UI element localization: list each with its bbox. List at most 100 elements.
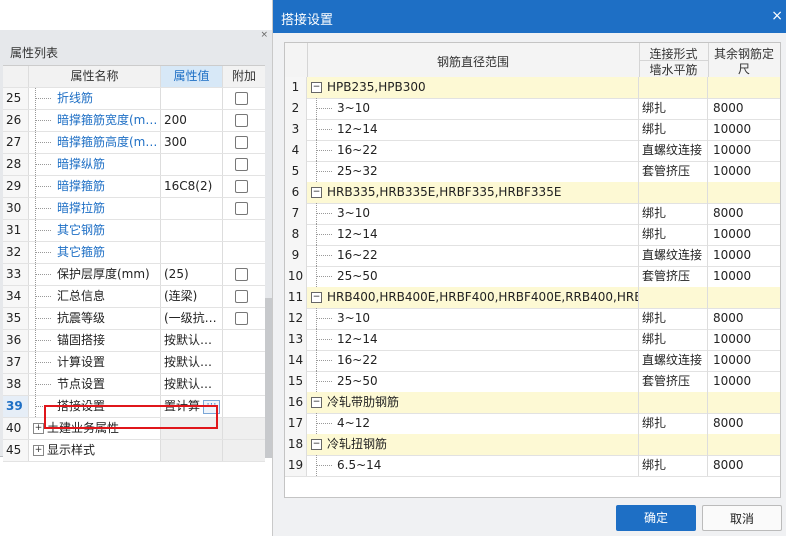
property-row[interactable]: 27 暗撑箍筋高度(m… 300 [3, 132, 265, 154]
bar-length-cell[interactable]: 10000 [708, 350, 780, 371]
prop-value-cell[interactable]: (一级抗… [161, 308, 223, 329]
prop-value-cell[interactable] [161, 198, 223, 219]
diameter-range-row[interactable]: 10 25~50 套管挤压 10000 [285, 266, 780, 288]
tree-branch [316, 213, 332, 214]
extra-checkbox[interactable] [235, 92, 248, 105]
expand-icon[interactable]: + [33, 423, 44, 434]
bar-length-cell[interactable]: 10000 [708, 266, 780, 287]
property-row[interactable]: 36 锚固搭接 按默认… [3, 330, 265, 352]
connection-type-cell[interactable]: 绑扎 [639, 203, 708, 224]
property-row[interactable]: 28 暗撑纵筋 [3, 154, 265, 176]
grade-group-row[interactable]: 16− 冷轧带肋钢筋 [285, 392, 780, 414]
prop-value-cell[interactable] [161, 154, 223, 175]
diameter-range-row[interactable]: 3 12~14 绑扎 10000 [285, 119, 780, 141]
connection-type-cell[interactable]: 套管挤压 [639, 266, 708, 287]
property-row[interactable]: 34 汇总信息 (连梁) [3, 286, 265, 308]
diameter-range-row[interactable]: 17 4~12 绑扎 8000 [285, 413, 780, 435]
bar-length-cell[interactable]: 8000 [708, 203, 780, 224]
bar-length-cell[interactable]: 10000 [708, 245, 780, 266]
diameter-range-row[interactable]: 2 3~10 绑扎 8000 [285, 98, 780, 120]
prop-value-cell[interactable]: 按默认… [161, 374, 223, 395]
bar-length-cell[interactable]: 10000 [708, 371, 780, 392]
connection-type-cell[interactable]: 直螺纹连接 [639, 245, 708, 266]
grade-group-row[interactable]: 6− HRB335,HRB335E,HRBF335,HRBF335E [285, 182, 780, 204]
dialog-titlebar[interactable]: 搭接设置 × [273, 0, 786, 33]
diameter-range-row[interactable]: 5 25~32 套管挤压 10000 [285, 161, 780, 183]
property-group-row[interactable]: 45 + 显示样式 [3, 440, 265, 462]
prop-value-cell[interactable]: (25) [161, 264, 223, 285]
connection-type-cell[interactable]: 绑扎 [639, 413, 708, 434]
extra-checkbox[interactable] [235, 136, 248, 149]
property-row[interactable]: 32 其它箍筋 [3, 242, 265, 264]
collapse-icon[interactable]: − [311, 82, 322, 93]
prop-value-cell[interactable]: 200 [161, 110, 223, 131]
grade-group-row[interactable]: 1− HPB235,HPB300 [285, 77, 780, 99]
property-scrollbar[interactable] [265, 298, 272, 458]
collapse-icon[interactable]: − [311, 397, 322, 408]
connection-type-cell[interactable]: 直螺纹连接 [639, 350, 708, 371]
extra-checkbox[interactable] [235, 202, 248, 215]
grade-group-row[interactable]: 18− 冷轧扭钢筋 [285, 434, 780, 456]
property-row[interactable]: 31 其它钢筋 [3, 220, 265, 242]
property-row[interactable]: 37 计算设置 按默认… [3, 352, 265, 374]
grade-group-row[interactable]: 11− HRB400,HRB400E,HRBF400,HRBF400E,RRB40… [285, 287, 780, 309]
property-row[interactable]: 26 暗撑箍筋宽度(m… 200 [3, 110, 265, 132]
bar-length-cell[interactable]: 8000 [708, 455, 780, 476]
connection-type-cell[interactable]: 绑扎 [639, 98, 708, 119]
prop-value-cell[interactable] [161, 220, 223, 241]
bar-length-cell[interactable]: 8000 [708, 308, 780, 329]
prop-value-cell[interactable]: (连梁) [161, 286, 223, 307]
connection-type-cell[interactable]: 绑扎 [639, 329, 708, 350]
row-number: 31 [3, 220, 29, 241]
extra-checkbox[interactable] [235, 114, 248, 127]
diameter-range-row[interactable]: 13 12~14 绑扎 10000 [285, 329, 780, 351]
bar-length-cell[interactable]: 10000 [708, 329, 780, 350]
bar-length-cell[interactable]: 10000 [708, 140, 780, 161]
expand-icon[interactable]: + [33, 445, 44, 456]
ok-button[interactable]: 确定 [616, 505, 696, 531]
extra-checkbox[interactable] [235, 158, 248, 171]
diameter-range-row[interactable]: 12 3~10 绑扎 8000 [285, 308, 780, 330]
prop-value-cell[interactable]: 16C8(2) [161, 176, 223, 197]
diameter-range-row[interactable]: 8 12~14 绑扎 10000 [285, 224, 780, 246]
collapse-icon[interactable]: − [311, 187, 322, 198]
connection-type-cell[interactable]: 绑扎 [639, 224, 708, 245]
bar-length-cell[interactable]: 10000 [708, 224, 780, 245]
diameter-range-row[interactable]: 9 16~22 直螺纹连接 10000 [285, 245, 780, 267]
connection-type-cell[interactable]: 绑扎 [639, 119, 708, 140]
connection-type-cell[interactable]: 绑扎 [639, 308, 708, 329]
bar-length-cell[interactable]: 10000 [708, 119, 780, 140]
connection-type-cell[interactable]: 直螺纹连接 [639, 140, 708, 161]
property-row[interactable]: 30 暗撑拉筋 [3, 198, 265, 220]
extra-checkbox[interactable] [235, 290, 248, 303]
connection-type-cell[interactable]: 绑扎 [639, 455, 708, 476]
extra-checkbox[interactable] [235, 312, 248, 325]
collapse-icon[interactable]: − [311, 439, 322, 450]
diameter-range-row[interactable]: 4 16~22 直螺纹连接 10000 [285, 140, 780, 162]
bar-length-cell[interactable]: 8000 [708, 98, 780, 119]
collapse-icon[interactable]: − [311, 292, 322, 303]
cancel-button[interactable]: 取消 [702, 505, 782, 531]
prop-value-cell[interactable]: 按默认… [161, 330, 223, 351]
property-row[interactable]: 25 折线筋 [3, 88, 265, 110]
diameter-range-row[interactable]: 15 25~50 套管挤压 10000 [285, 371, 780, 393]
prop-value-cell[interactable] [161, 88, 223, 109]
connection-type-cell[interactable]: 套管挤压 [639, 371, 708, 392]
property-row[interactable]: 29 暗撑箍筋 16C8(2) [3, 176, 265, 198]
prop-value-cell[interactable] [161, 242, 223, 263]
bar-length-cell[interactable]: 8000 [708, 413, 780, 434]
bar-length-cell[interactable]: 10000 [708, 161, 780, 182]
connection-type-cell[interactable]: 套管挤压 [639, 161, 708, 182]
prop-value-cell[interactable]: 按默认… [161, 352, 223, 373]
diameter-range-row[interactable]: 19 6.5~14 绑扎 8000 [285, 455, 780, 477]
extra-checkbox[interactable] [235, 180, 248, 193]
property-row[interactable]: 33 保护层厚度(mm) (25) [3, 264, 265, 286]
property-row[interactable]: 35 抗震等级 (一级抗… [3, 308, 265, 330]
close-icon[interactable]: × [771, 8, 783, 24]
diameter-range-row[interactable]: 7 3~10 绑扎 8000 [285, 203, 780, 225]
diameter-range-row[interactable]: 14 16~22 直螺纹连接 10000 [285, 350, 780, 372]
property-row[interactable]: 38 节点设置 按默认… [3, 374, 265, 396]
panel-close-icon[interactable]: × [260, 30, 268, 40]
extra-checkbox[interactable] [235, 268, 248, 281]
prop-value-cell[interactable]: 300 [161, 132, 223, 153]
